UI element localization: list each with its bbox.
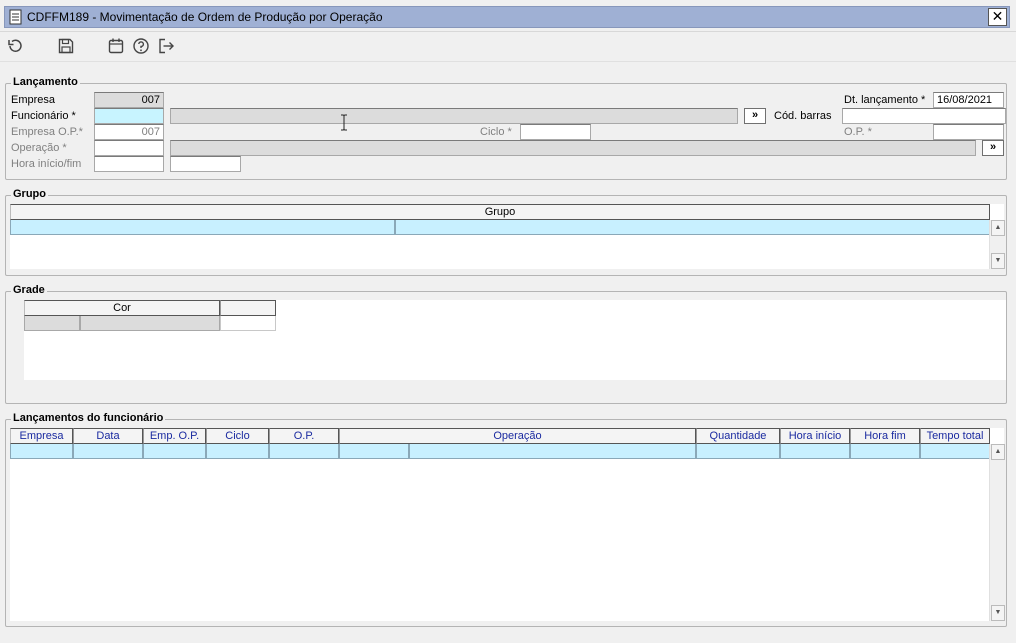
lancamentos-group-label: Lançamentos do funcionário xyxy=(11,412,166,424)
hora-fim-field[interactable] xyxy=(170,156,241,172)
empresa-field[interactable]: 007 xyxy=(94,92,164,108)
hora-inicio-field[interactable] xyxy=(94,156,164,172)
operacao-label: Operação * xyxy=(11,142,67,154)
column-header-hora-inicio[interactable]: Hora início xyxy=(780,428,850,444)
dt-lancamento-field[interactable]: 16/08/2021 xyxy=(933,92,1004,108)
close-button[interactable]: ✕ xyxy=(988,8,1007,26)
empresa-label: Empresa xyxy=(11,94,56,106)
window-title-bar: CDFFM189 - Movimentação de Ordem de Prod… xyxy=(0,0,1016,32)
undo-icon[interactable] xyxy=(6,37,24,55)
exit-icon[interactable] xyxy=(157,37,175,55)
column-header-op[interactable]: O.P. xyxy=(269,428,339,444)
hora-label: Hora início/fim xyxy=(11,158,82,170)
column-header-empresa[interactable]: Empresa xyxy=(10,428,73,444)
text-cursor-icon xyxy=(341,114,347,131)
grupo-row-cell[interactable] xyxy=(10,220,395,235)
save-icon[interactable] xyxy=(57,37,75,55)
scroll-up-icon[interactable]: ▲ xyxy=(991,444,1005,460)
column-header-quantidade[interactable]: Quantidade xyxy=(696,428,780,444)
lancamento-row-cell[interactable] xyxy=(920,444,990,459)
lancamento-row-cell[interactable] xyxy=(850,444,920,459)
empresa-op-field[interactable]: 007 xyxy=(94,124,164,140)
grupo-row-cell[interactable] xyxy=(395,220,990,235)
scroll-down-icon[interactable]: ▼ xyxy=(991,253,1005,269)
toolbar xyxy=(0,32,1016,62)
lancamentos-scrollbar[interactable]: ▲ ▼ xyxy=(989,444,1005,621)
close-icon: ✕ xyxy=(991,8,1004,24)
column-header-hora-fim[interactable]: Hora fim xyxy=(850,428,920,444)
column-header-emp-op[interactable]: Emp. O.P. xyxy=(143,428,206,444)
empresa-op-label: Empresa O.P.* xyxy=(11,126,83,138)
help-icon[interactable] xyxy=(132,37,150,55)
funcionario-name-field xyxy=(170,108,738,124)
lancamento-row-cell[interactable] xyxy=(409,444,696,459)
column-header-tempo-total[interactable]: Tempo total xyxy=(920,428,990,444)
operacao-desc-field xyxy=(170,140,976,156)
calendar-icon[interactable] xyxy=(107,37,125,55)
grade-column-header-extra[interactable] xyxy=(220,300,276,316)
grade-column-header-cor[interactable]: Cor xyxy=(24,300,220,316)
lancamento-row-cell[interactable] xyxy=(696,444,780,459)
title-bar-band: CDFFM189 - Movimentação de Ordem de Prod… xyxy=(4,6,1010,28)
column-header-operacao[interactable]: Operação xyxy=(339,428,696,444)
grupo-scrollbar[interactable]: ▲ ▼ xyxy=(989,220,1005,269)
funcionario-lookup-button[interactable]: » xyxy=(744,108,766,124)
grade-group-label: Grade xyxy=(11,284,47,296)
window-title: CDFFM189 - Movimentação de Ordem de Prod… xyxy=(27,10,383,24)
ciclo-field[interactable] xyxy=(520,124,591,140)
operacao-lookup-button[interactable]: » xyxy=(982,140,1004,156)
ciclo-label: Ciclo * xyxy=(480,126,512,138)
op-field[interactable] xyxy=(933,124,1004,140)
lancamento-row-cell[interactable] xyxy=(143,444,206,459)
grupo-grid: Grupo ▲ ▼ xyxy=(10,204,1005,269)
document-icon xyxy=(9,9,22,25)
grade-grid: Cor xyxy=(24,300,1006,380)
grade-row-cell[interactable] xyxy=(24,316,80,331)
lancamento-row-cell[interactable] xyxy=(780,444,850,459)
op-label: O.P. * xyxy=(844,126,872,138)
lancamento-row-cell[interactable] xyxy=(269,444,339,459)
operacao-field[interactable] xyxy=(94,140,164,156)
scroll-up-icon[interactable]: ▲ xyxy=(991,220,1005,236)
funcionario-field[interactable] xyxy=(94,108,164,124)
column-header-data[interactable]: Data xyxy=(73,428,143,444)
grupo-column-header[interactable]: Grupo xyxy=(10,204,990,220)
lancamento-row-cell[interactable] xyxy=(206,444,269,459)
lancamentos-grid: Empresa Data Emp. O.P. Ciclo O.P. Operaç… xyxy=(10,428,1005,621)
funcionario-label: Funcionário * xyxy=(11,110,76,122)
scroll-down-icon[interactable]: ▼ xyxy=(991,605,1005,621)
lancamento-group-label: Lançamento xyxy=(11,76,80,88)
lancamento-row-cell[interactable] xyxy=(339,444,409,459)
grupo-group-label: Grupo xyxy=(11,188,48,200)
cod-barras-label: Cód. barras xyxy=(774,110,832,122)
column-header-ciclo[interactable]: Ciclo xyxy=(206,428,269,444)
lancamento-row-cell[interactable] xyxy=(73,444,143,459)
lancamento-row-cell[interactable] xyxy=(10,444,73,459)
grade-row-cell[interactable] xyxy=(220,316,276,331)
cod-barras-field[interactable] xyxy=(842,108,1006,124)
grade-row-cell[interactable] xyxy=(80,316,220,331)
dt-lancamento-label: Dt. lançamento * xyxy=(844,94,926,106)
